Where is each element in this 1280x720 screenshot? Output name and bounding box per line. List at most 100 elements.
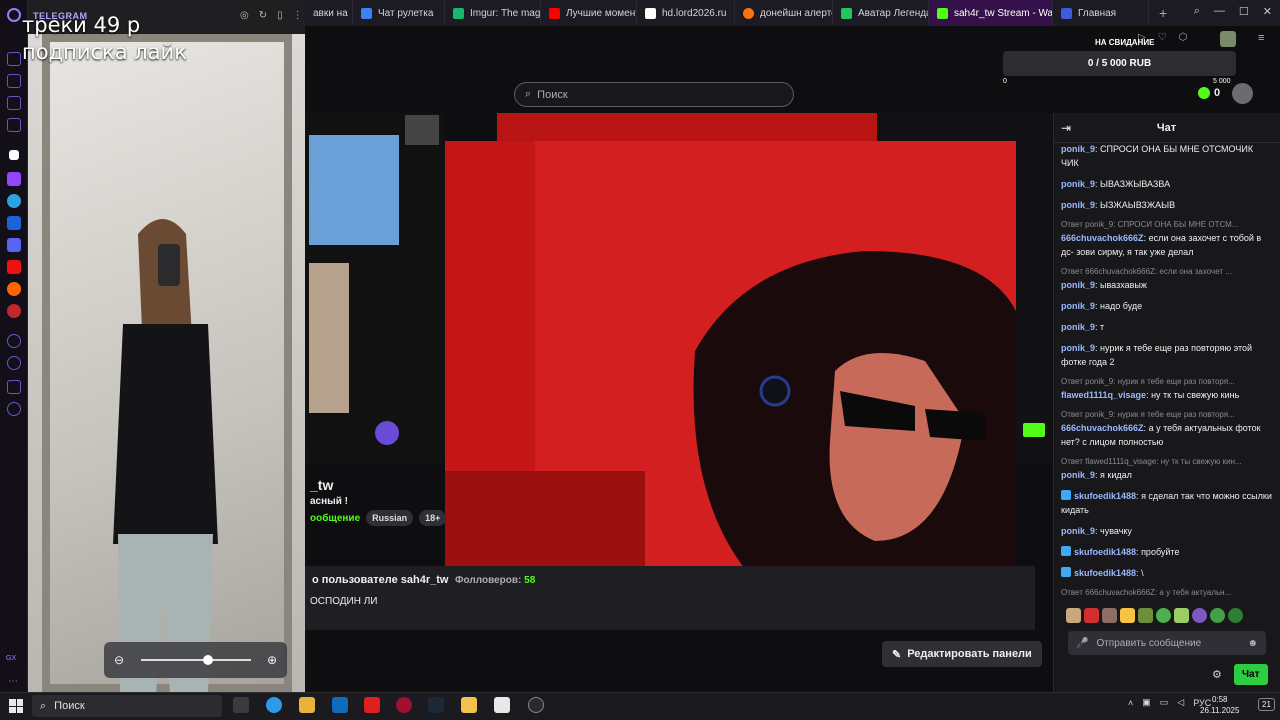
chat-username[interactable]: ponik_9 <box>1061 470 1095 480</box>
taskbar-search[interactable]: ⌕ Поиск <box>32 695 222 717</box>
emote-icon[interactable] <box>1192 608 1207 623</box>
emoji-icon[interactable]: ☻ <box>1247 638 1258 649</box>
yandex-icon[interactable] <box>7 260 21 274</box>
chat-username[interactable]: 666chuvachok666Z <box>1061 233 1144 243</box>
start-button[interactable] <box>9 699 23 713</box>
chevron-up-icon[interactable]: ˄ <box>1128 698 1133 708</box>
chat-send-button[interactable]: Чат <box>1234 664 1268 685</box>
chat-message[interactable]: Ответ 666chuvachok666Z: а у тебя актуаль… <box>1061 587 1273 600</box>
collapse-chat-icon[interactable]: ⇥ <box>1061 121 1071 135</box>
emote-icon[interactable] <box>1138 608 1153 623</box>
network-icon[interactable]: ▭ <box>1160 697 1169 708</box>
chat-username[interactable]: ponik_9 <box>1061 526 1095 536</box>
zoom-slider-handle[interactable] <box>202 655 213 665</box>
chat-message[interactable]: Ответ ponik_9: нурик я тебе еще раз повт… <box>1061 409 1273 449</box>
chat-message[interactable]: Ответ flawed1111q_visage: ну тк ты свежу… <box>1061 456 1273 482</box>
chat-message[interactable]: ponik_9: СПРОСИ ОНА БЫ МНЕ ОТСМОЧИК ЧИК <box>1061 142 1273 170</box>
settings-icon[interactable]: ◎ <box>240 10 249 21</box>
sidebar-icon[interactable] <box>7 52 21 66</box>
store-icon[interactable] <box>299 697 315 713</box>
sidebar-icon[interactable] <box>7 380 21 394</box>
emote-icon[interactable] <box>1174 608 1189 623</box>
volume-icon[interactable]: ◁ <box>1177 697 1184 708</box>
tag-link[interactable]: ообщение <box>310 513 360 524</box>
more-icon[interactable]: ⋯ <box>8 676 22 690</box>
emote-icon[interactable] <box>1084 608 1099 623</box>
emote-icon[interactable] <box>1156 608 1171 623</box>
new-tab-button[interactable]: + <box>1149 5 1177 21</box>
chat-username[interactable]: ponik_9 <box>1061 343 1095 353</box>
chat-message[interactable]: ponik_9: нурик я тебе еще раз повторяю э… <box>1061 341 1273 369</box>
browser-tab[interactable]: Лучшие моменты <box>541 0 637 26</box>
browser-tab[interactable]: донейшн алертс <box>735 0 833 26</box>
sidebar-icon[interactable] <box>7 96 21 110</box>
steam-icon[interactable] <box>428 697 444 713</box>
opera-gx-icon[interactable] <box>396 697 412 713</box>
edit-panels-button[interactable]: ✎ Редактировать панели <box>882 641 1042 667</box>
chat-message[interactable]: Ответ ponik_9: нурик я тебе еще раз повт… <box>1061 376 1273 402</box>
chat-message[interactable]: Ответ ponik_9: СПРОСИ ОНА БЫ МНЕ ОТСМ...… <box>1061 219 1273 259</box>
sidebar-icon[interactable] <box>7 334 21 348</box>
zoom-in-icon[interactable]: ⊕ <box>267 653 277 667</box>
chat-username[interactable]: ponik_9 <box>1061 200 1095 210</box>
refresh-icon[interactable]: ↻ <box>259 10 267 21</box>
browser-tab-active[interactable]: sah4r_tw Stream - Watch <box>929 0 1053 26</box>
chat-message[interactable]: skufoedik1488: пробуйте <box>1061 545 1273 559</box>
heart-icon[interactable]: ♡ <box>1158 32 1167 43</box>
chat-username[interactable]: skufoedik1488 <box>1074 491 1136 501</box>
chat-message-list[interactable]: ponik_9: СПРОСИ ОНА БЫ МНЕ ОТСМОЧИК ЧИК p… <box>1061 142 1273 600</box>
clock[interactable]: 0:58 26.11.2025 <box>1200 694 1239 716</box>
browser-tab[interactable]: Чат рулетка <box>353 0 445 26</box>
tag-language[interactable]: Russian <box>366 510 414 526</box>
history-icon[interactable] <box>7 356 21 370</box>
search-tabs-icon[interactable]: ⌕ <box>1194 5 1200 18</box>
chat-message[interactable]: ponik_9: надо буде <box>1061 299 1273 313</box>
menu-icon[interactable]: ⋮ <box>293 10 303 21</box>
chat-message[interactable]: ponik_9: чувачку <box>1061 524 1273 538</box>
telegram-icon[interactable] <box>7 194 21 208</box>
chat-input[interactable]: 🎤 Отправить сообщение ☻ <box>1068 631 1266 655</box>
chat-username[interactable]: ponik_9 <box>1061 144 1095 154</box>
notifications-badge[interactable]: 21 <box>1258 698 1275 711</box>
opera-logo-icon[interactable] <box>7 8 21 22</box>
task-view-icon[interactable] <box>233 697 249 713</box>
chat-message[interactable]: Ответ 666chuvachok666Z: если она захочет… <box>1061 266 1273 292</box>
zoom-slider[interactable] <box>140 655 251 665</box>
emote-icon[interactable] <box>1066 608 1081 623</box>
minimize-icon[interactable]: — <box>1214 5 1225 18</box>
chat-username[interactable]: ponik_9 <box>1061 322 1095 332</box>
menu-icon[interactable]: ≡ <box>1258 32 1264 44</box>
yandex-browser-icon[interactable] <box>364 697 380 713</box>
tray-icon[interactable]: ▣ <box>1142 697 1151 708</box>
app-icon[interactable] <box>528 697 544 713</box>
search-input[interactable]: ⌕ Поиск <box>514 82 794 107</box>
mic-icon[interactable]: 🎤 <box>1076 638 1088 649</box>
channel-points[interactable]: 0 <box>1198 87 1220 99</box>
chat-message[interactable]: skufoedik1488: \ <box>1061 566 1273 580</box>
aria-icon[interactable] <box>9 150 19 160</box>
tag-age[interactable]: 18+ <box>419 510 447 526</box>
close-icon[interactable]: ✕ <box>1263 5 1272 18</box>
app-icon[interactable] <box>494 697 510 713</box>
gear-icon[interactable]: ⚙ <box>1212 668 1222 681</box>
chat-username[interactable]: flawed1111q_visage <box>1061 390 1146 400</box>
chat-message[interactable]: skufoedik1488: я сделал так что можно сс… <box>1061 489 1273 517</box>
chat-message[interactable]: ponik_9: ЫЗЖАЫВЗЖАЫВ <box>1061 198 1273 212</box>
pin-icon[interactable]: ▯ <box>277 10 283 21</box>
zoom-out-icon[interactable]: ⊖ <box>114 653 124 667</box>
channel-name[interactable]: _tw <box>310 477 333 493</box>
edge-icon[interactable] <box>266 697 282 713</box>
browser-tab[interactable]: Imgur: The magic <box>445 0 541 26</box>
outlook-icon[interactable] <box>332 697 348 713</box>
chat-username[interactable]: skufoedik1488 <box>1074 568 1136 578</box>
mic-icon[interactable] <box>375 421 399 445</box>
user-avatar[interactable] <box>1232 83 1253 104</box>
gx-icon[interactable]: GX <box>6 655 24 669</box>
browser-tab[interactable]: Главная <box>1053 0 1149 26</box>
browser-tab[interactable]: Аватар Легенда <box>833 0 929 26</box>
emote-icon[interactable] <box>1102 608 1117 623</box>
profile-avatar[interactable] <box>1220 31 1236 47</box>
chat-username[interactable]: ponik_9 <box>1061 301 1095 311</box>
chat-username[interactable]: 666chuvachok666Z <box>1061 423 1144 433</box>
browser-tab[interactable]: hd.lord2026.ru <box>637 0 735 26</box>
